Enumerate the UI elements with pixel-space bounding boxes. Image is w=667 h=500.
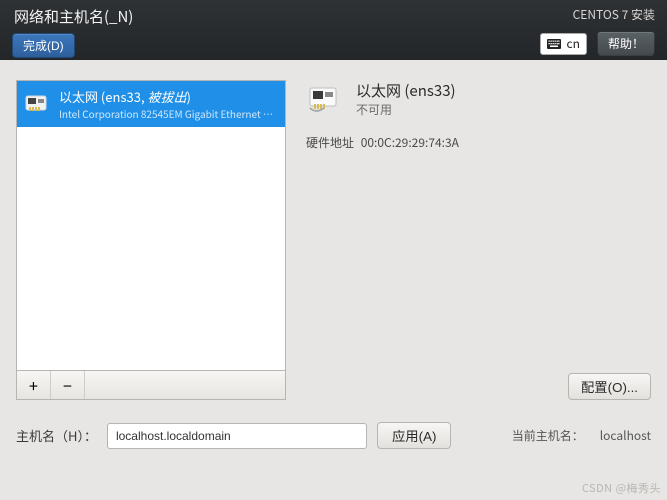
help-button[interactable]: 帮助！ xyxy=(597,31,655,56)
connection-title: 以太网 (ens33, 被拔出) xyxy=(59,87,277,106)
network-card-icon xyxy=(25,90,51,118)
hardware-address-label: 硬件地址 xyxy=(306,134,354,151)
list-toolbar: + − xyxy=(16,370,286,400)
detail-status: 不可用 xyxy=(356,101,456,118)
watermark: CSDN @梅秀头 xyxy=(582,480,661,496)
connection-list-panel: 以太网 (ens33, 被拔出) Intel Corporation 82545… xyxy=(16,80,286,400)
apply-button[interactable]: 应用(A) xyxy=(377,422,451,449)
hostname-row: 主机名（H）： 应用(A) 当前主机名： localhost xyxy=(16,422,651,449)
connection-list[interactable]: 以太网 (ens33, 被拔出) Intel Corporation 82545… xyxy=(16,80,286,370)
connection-item[interactable]: 以太网 (ens33, 被拔出) Intel Corporation 82545… xyxy=(17,81,285,127)
hardware-address-value: 00:0C:29:29:74:3A xyxy=(361,134,459,151)
header-bar: 网络和主机名(_N) 完成(D) CENTOS 7 安装 cn 帮助！ xyxy=(0,0,667,60)
connection-subtitle: Intel Corporation 82545EM Gigabit Ethern… xyxy=(59,106,277,121)
current-hostname-value: localhost xyxy=(600,427,651,444)
current-hostname-label: 当前主机名： xyxy=(512,427,584,444)
detail-title: 以太网 (ens33) xyxy=(356,80,456,101)
installer-label: CENTOS 7 安装 xyxy=(573,6,655,23)
add-connection-button[interactable]: + xyxy=(17,371,51,399)
hostname-label: 主机名（H）： xyxy=(16,426,97,445)
main-area: 以太网 (ens33, 被拔出) Intel Corporation 82545… xyxy=(0,60,667,450)
configure-button[interactable]: 配置(O)... xyxy=(568,373,651,400)
page-title: 网络和主机名(_N) xyxy=(12,6,334,27)
connection-detail-panel: 以太网 (ens33) 不可用 硬件地址 00:0C:29:29:74:3A 配… xyxy=(306,80,651,400)
hardware-address-row: 硬件地址 00:0C:29:29:74:3A xyxy=(306,134,651,151)
done-button[interactable]: 完成(D) xyxy=(12,33,75,58)
network-card-icon xyxy=(306,81,346,117)
remove-connection-button[interactable]: − xyxy=(51,371,85,399)
hostname-input[interactable] xyxy=(107,423,367,449)
keyboard-layout-selector[interactable]: cn xyxy=(540,33,587,55)
keyboard-icon xyxy=(547,39,561,49)
keyboard-layout-value: cn xyxy=(567,35,580,52)
